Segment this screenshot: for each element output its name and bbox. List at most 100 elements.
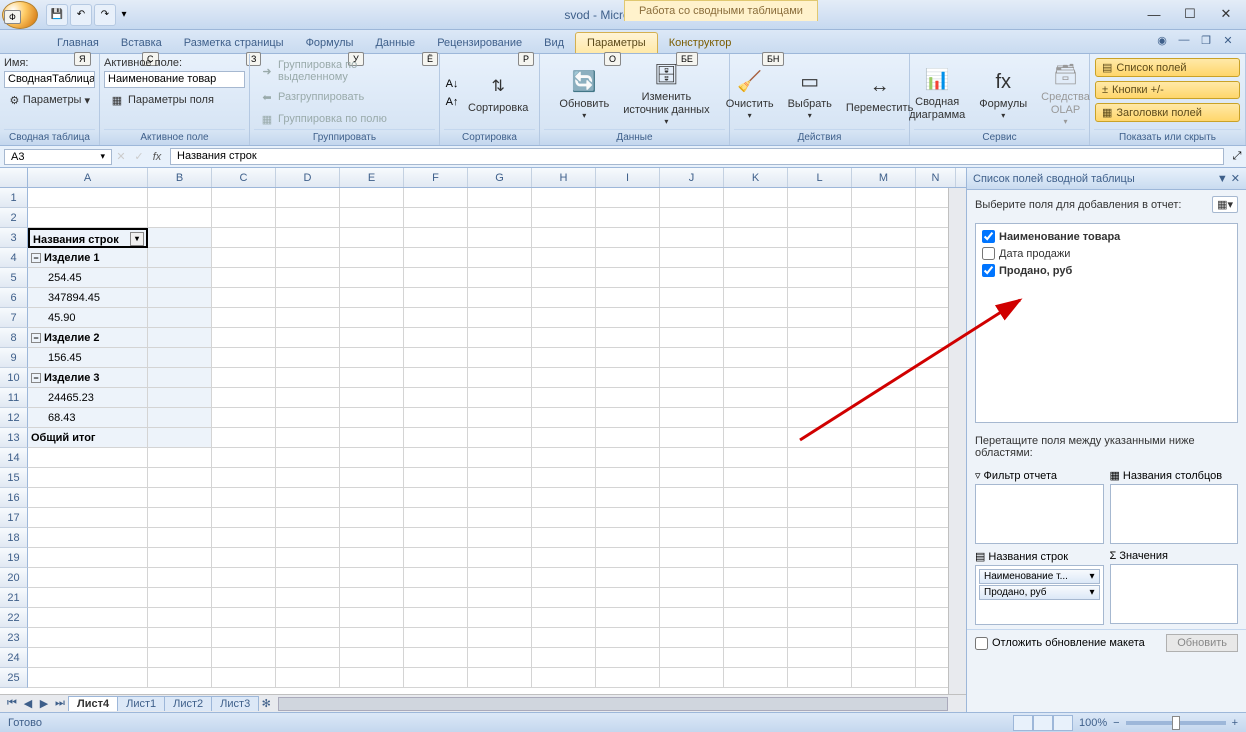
cell[interactable] <box>212 408 276 428</box>
cell[interactable] <box>212 268 276 288</box>
cell[interactable] <box>852 208 916 228</box>
row-header-19[interactable]: 19 <box>0 548 28 568</box>
cell[interactable] <box>28 608 148 628</box>
pivot-chart-button[interactable]: 📊Сводная диаграмма <box>903 57 971 129</box>
cell[interactable] <box>212 668 276 688</box>
formula-input[interactable]: Названия строк <box>170 148 1224 165</box>
cell[interactable] <box>468 248 532 268</box>
cell[interactable] <box>404 408 468 428</box>
cell[interactable] <box>596 668 660 688</box>
layout-options-icon[interactable]: ▦▾ <box>1212 196 1238 213</box>
cell[interactable] <box>660 488 724 508</box>
cell[interactable] <box>660 448 724 468</box>
cell[interactable] <box>532 648 596 668</box>
cell[interactable] <box>212 628 276 648</box>
cell[interactable] <box>148 468 212 488</box>
cell[interactable] <box>852 448 916 468</box>
cell[interactable] <box>404 668 468 688</box>
cell[interactable] <box>532 268 596 288</box>
cell[interactable] <box>660 268 724 288</box>
field-checkbox-1[interactable] <box>982 230 995 243</box>
sheet-tab-4[interactable]: Лист3 <box>211 696 259 711</box>
cell[interactable] <box>532 548 596 568</box>
cell[interactable] <box>212 188 276 208</box>
cell[interactable] <box>788 448 852 468</box>
cell[interactable] <box>404 628 468 648</box>
cell[interactable] <box>340 548 404 568</box>
row-header-8[interactable]: 8 <box>0 328 28 348</box>
row-header-13[interactable]: 13 <box>0 428 28 448</box>
cell[interactable] <box>148 508 212 528</box>
sheet-nav-next[interactable]: ▶ <box>36 697 52 710</box>
cell[interactable] <box>660 428 724 448</box>
cell[interactable] <box>148 548 212 568</box>
cell[interactable] <box>404 608 468 628</box>
cell[interactable] <box>404 508 468 528</box>
cell[interactable] <box>724 348 788 368</box>
cell[interactable] <box>276 428 340 448</box>
cell[interactable] <box>532 588 596 608</box>
field-list-toggle[interactable]: ▤Список полей <box>1095 58 1240 77</box>
row-header-10[interactable]: 10 <box>0 368 28 388</box>
cell[interactable]: −Изделие 1 <box>28 248 148 268</box>
cell[interactable] <box>468 668 532 688</box>
sheet-tab-3[interactable]: Лист2 <box>164 696 212 711</box>
cell[interactable] <box>468 528 532 548</box>
cell[interactable] <box>532 348 596 368</box>
cell[interactable] <box>212 468 276 488</box>
select-all-corner[interactable] <box>0 168 28 187</box>
cell[interactable] <box>852 248 916 268</box>
cell[interactable] <box>468 228 532 248</box>
doc-restore-icon[interactable]: ❐ <box>1198 34 1214 50</box>
cell[interactable] <box>532 488 596 508</box>
cell[interactable] <box>28 208 148 228</box>
cell[interactable] <box>276 188 340 208</box>
cell[interactable] <box>404 548 468 568</box>
filter-dropdown-icon[interactable]: ▾ <box>130 232 144 246</box>
cell[interactable] <box>212 568 276 588</box>
cell[interactable] <box>212 488 276 508</box>
cell[interactable] <box>28 668 148 688</box>
cell[interactable] <box>468 388 532 408</box>
cell[interactable] <box>660 668 724 688</box>
cell[interactable] <box>724 288 788 308</box>
cell[interactable] <box>148 348 212 368</box>
cell[interactable] <box>596 408 660 428</box>
cell[interactable] <box>340 368 404 388</box>
row-header-6[interactable]: 6 <box>0 288 28 308</box>
cell[interactable] <box>468 288 532 308</box>
cell[interactable] <box>660 508 724 528</box>
cell[interactable] <box>532 628 596 648</box>
cell[interactable] <box>852 288 916 308</box>
area-rows[interactable]: Наименование т...▾ Продано, руб▾ <box>975 565 1104 625</box>
cell[interactable] <box>596 608 660 628</box>
cell[interactable] <box>276 388 340 408</box>
cell[interactable] <box>724 248 788 268</box>
cell[interactable] <box>788 488 852 508</box>
cell[interactable] <box>404 268 468 288</box>
area-columns[interactable] <box>1110 484 1239 544</box>
cell[interactable] <box>404 388 468 408</box>
row-header-18[interactable]: 18 <box>0 528 28 548</box>
row-header-16[interactable]: 16 <box>0 488 28 508</box>
page-break-view-icon[interactable] <box>1053 715 1073 731</box>
cell[interactable] <box>340 568 404 588</box>
cell[interactable] <box>468 608 532 628</box>
cell[interactable] <box>596 528 660 548</box>
tab-options[interactable]: Параметры <box>575 32 658 53</box>
cell[interactable]: −Изделие 3 <box>28 368 148 388</box>
cell[interactable] <box>724 528 788 548</box>
row-header-22[interactable]: 22 <box>0 608 28 628</box>
cell[interactable] <box>788 368 852 388</box>
col-header-E[interactable]: E <box>340 168 404 187</box>
cell[interactable] <box>148 268 212 288</box>
cell[interactable] <box>724 368 788 388</box>
cell[interactable] <box>212 548 276 568</box>
row-header-5[interactable]: 5 <box>0 268 28 288</box>
cell[interactable] <box>212 308 276 328</box>
cell[interactable] <box>340 408 404 428</box>
row-header-2[interactable]: 2 <box>0 208 28 228</box>
ungroup-button[interactable]: ⬅Разгруппировать <box>254 87 435 107</box>
chevron-down-icon[interactable]: ▾ <box>1089 571 1094 582</box>
cell[interactable] <box>212 248 276 268</box>
